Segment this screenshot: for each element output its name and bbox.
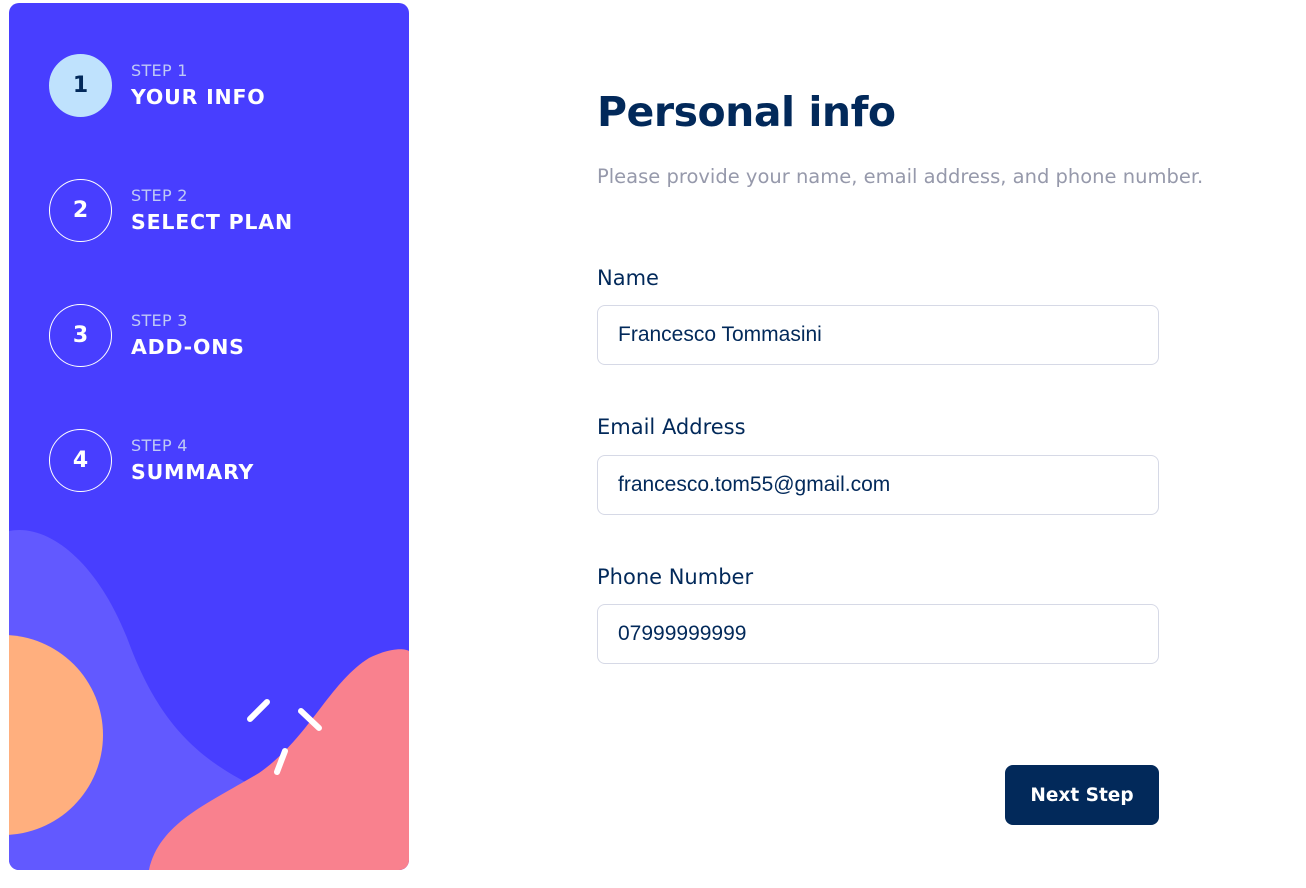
name-label: Name	[597, 266, 659, 290]
sidebar: 1 STEP 1 YOUR INFO 2 STEP 2 SELECT PLAN …	[9, 3, 409, 870]
step-text: STEP 1 YOUR INFO	[131, 61, 266, 110]
step-title: SELECT PLAN	[131, 209, 293, 234]
next-step-button[interactable]: Next Step	[1005, 765, 1159, 825]
name-field[interactable]	[597, 305, 1159, 365]
step-kicker: STEP 4	[131, 435, 188, 455]
page-subtitle: Please provide your name, email address,…	[597, 165, 1204, 188]
step-kicker: STEP 3	[131, 310, 188, 330]
step-title: ADD-ONS	[131, 334, 245, 359]
step-3[interactable]: 3 STEP 3 ADD-ONS	[49, 303, 245, 367]
page-title: Personal info	[597, 88, 896, 136]
email-field[interactable]	[597, 455, 1159, 515]
step-number: 1	[49, 53, 112, 117]
step-text: STEP 3 ADD-ONS	[131, 311, 245, 360]
email-label: Email Address	[597, 415, 746, 439]
step-title: SUMMARY	[131, 459, 255, 484]
step-number: 2	[49, 178, 112, 242]
step-number: 4	[49, 428, 112, 492]
step-4[interactable]: 4 STEP 4 SUMMARY	[49, 428, 254, 492]
form-panel: Personal info Please provide your name, …	[597, 0, 1277, 888]
step-text: STEP 4 SUMMARY	[131, 436, 254, 485]
step-title: YOUR INFO	[131, 84, 266, 109]
phone-label: Phone Number	[597, 565, 754, 589]
step-1[interactable]: 1 STEP 1 YOUR INFO	[49, 53, 266, 117]
step-kicker: STEP 2	[131, 185, 188, 205]
decor-stroke	[247, 699, 270, 722]
step-text: STEP 2 SELECT PLAN	[131, 186, 293, 235]
step-kicker: STEP 1	[131, 60, 188, 80]
phone-field[interactable]	[597, 604, 1159, 664]
step-number: 3	[49, 303, 112, 367]
step-2[interactable]: 2 STEP 2 SELECT PLAN	[49, 178, 293, 242]
